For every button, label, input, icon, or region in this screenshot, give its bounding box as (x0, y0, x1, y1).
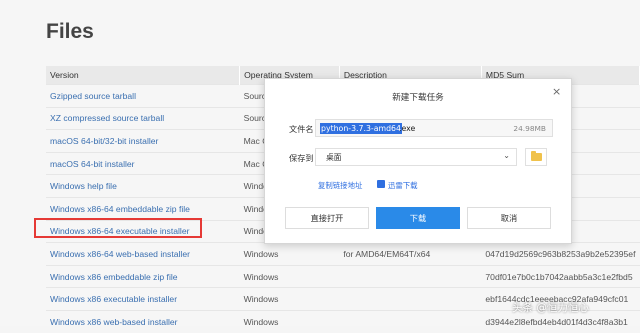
description-cell (339, 287, 482, 311)
version-cell: Windows x86-64 web-based installer (46, 242, 240, 266)
file-link[interactable]: Windows help file (50, 181, 117, 191)
page-title: Files (46, 20, 94, 43)
version-cell: Windows x86 web-based installer (46, 309, 240, 333)
version-cell: macOS 64-bit/32-bit installer (46, 129, 240, 153)
version-cell: Windows x86 executable installer (46, 287, 240, 311)
close-icon[interactable]: × (552, 85, 561, 98)
file-link[interactable]: Windows x86-64 web-based installer (50, 249, 190, 259)
os-cell: Windows (239, 309, 340, 333)
file-link[interactable]: Windows x86 web-based installer (50, 317, 178, 327)
file-link[interactable]: Windows x86 executable installer (50, 294, 177, 304)
new-download-dialog: 新建下载任务 × 文件名 python-3.7.3-amd64 .exe 24.… (264, 78, 572, 244)
description-cell (339, 264, 482, 288)
file-link[interactable]: macOS 64-bit/32-bit installer (50, 136, 158, 146)
version-cell: XZ compressed source tarball (46, 106, 240, 130)
md5-cell: 70df01e7b0c1b7042aabb5a3c1e2fbd5 (481, 264, 640, 288)
column-header-version: Version (46, 66, 241, 85)
browse-folder-button[interactable] (525, 148, 547, 166)
file-link[interactable]: Windows x86 embeddable zip file (50, 272, 178, 282)
version-cell: Gzipped source tarball (46, 84, 240, 108)
copy-link-button[interactable]: 复制链接地址 (318, 180, 362, 191)
filename-field[interactable]: python-3.7.3-amd64 .exe 24.98MB (315, 119, 553, 137)
file-link[interactable]: Gzipped source tarball (50, 91, 136, 101)
filename-extension: .exe (399, 124, 416, 133)
file-link[interactable]: XZ compressed source tarball (50, 113, 164, 123)
open-directly-button[interactable]: 直接打开 (285, 207, 369, 229)
highlight-box (34, 218, 202, 238)
file-size: 24.98MB (513, 124, 546, 133)
saveto-select[interactable]: 桌面 ⌄ (315, 148, 517, 166)
folder-icon (531, 151, 542, 161)
filename-selected-text: python-3.7.3-amd64 (320, 123, 402, 134)
table-row: Windows x86-64 web-based installer Window… (46, 242, 640, 266)
os-cell: Windows (239, 242, 340, 266)
description-cell: for AMD64/EM64T/x64 (339, 242, 482, 266)
file-link[interactable]: Windows x86-64 embeddable zip file (50, 204, 190, 214)
file-link[interactable]: macOS 64-bit installer (50, 159, 135, 169)
chevron-down-icon: ⌄ (503, 151, 510, 160)
md5-cell: 047d19d2569c963b8253a9b2e52395ef (481, 242, 640, 266)
os-cell: Windows (239, 264, 340, 288)
watermark-text: 头条 @恒力恒心 (512, 302, 589, 314)
table-row: Windows x86 embeddable zip file Windows 70… (46, 264, 640, 288)
version-cell: Windows help file (46, 174, 240, 198)
saveto-value: 桌面 (326, 153, 342, 162)
version-cell: Windows x86-64 embeddable zip file (46, 196, 240, 221)
download-button[interactable]: 下载 (376, 207, 460, 229)
saveto-label: 保存到 (289, 153, 314, 163)
cancel-button[interactable]: 取消 (467, 207, 551, 229)
xunlei-download-link[interactable]: 迅雷下载 (388, 180, 418, 191)
dialog-title: 新建下载任务 (392, 93, 444, 103)
filename-label: 文件名 (289, 124, 314, 134)
description-cell (339, 309, 482, 333)
xunlei-icon (377, 180, 385, 188)
version-cell: Windows x86 embeddable zip file (46, 264, 240, 288)
os-cell: Windows (239, 287, 340, 311)
version-cell: macOS 64-bit installer (46, 151, 240, 175)
